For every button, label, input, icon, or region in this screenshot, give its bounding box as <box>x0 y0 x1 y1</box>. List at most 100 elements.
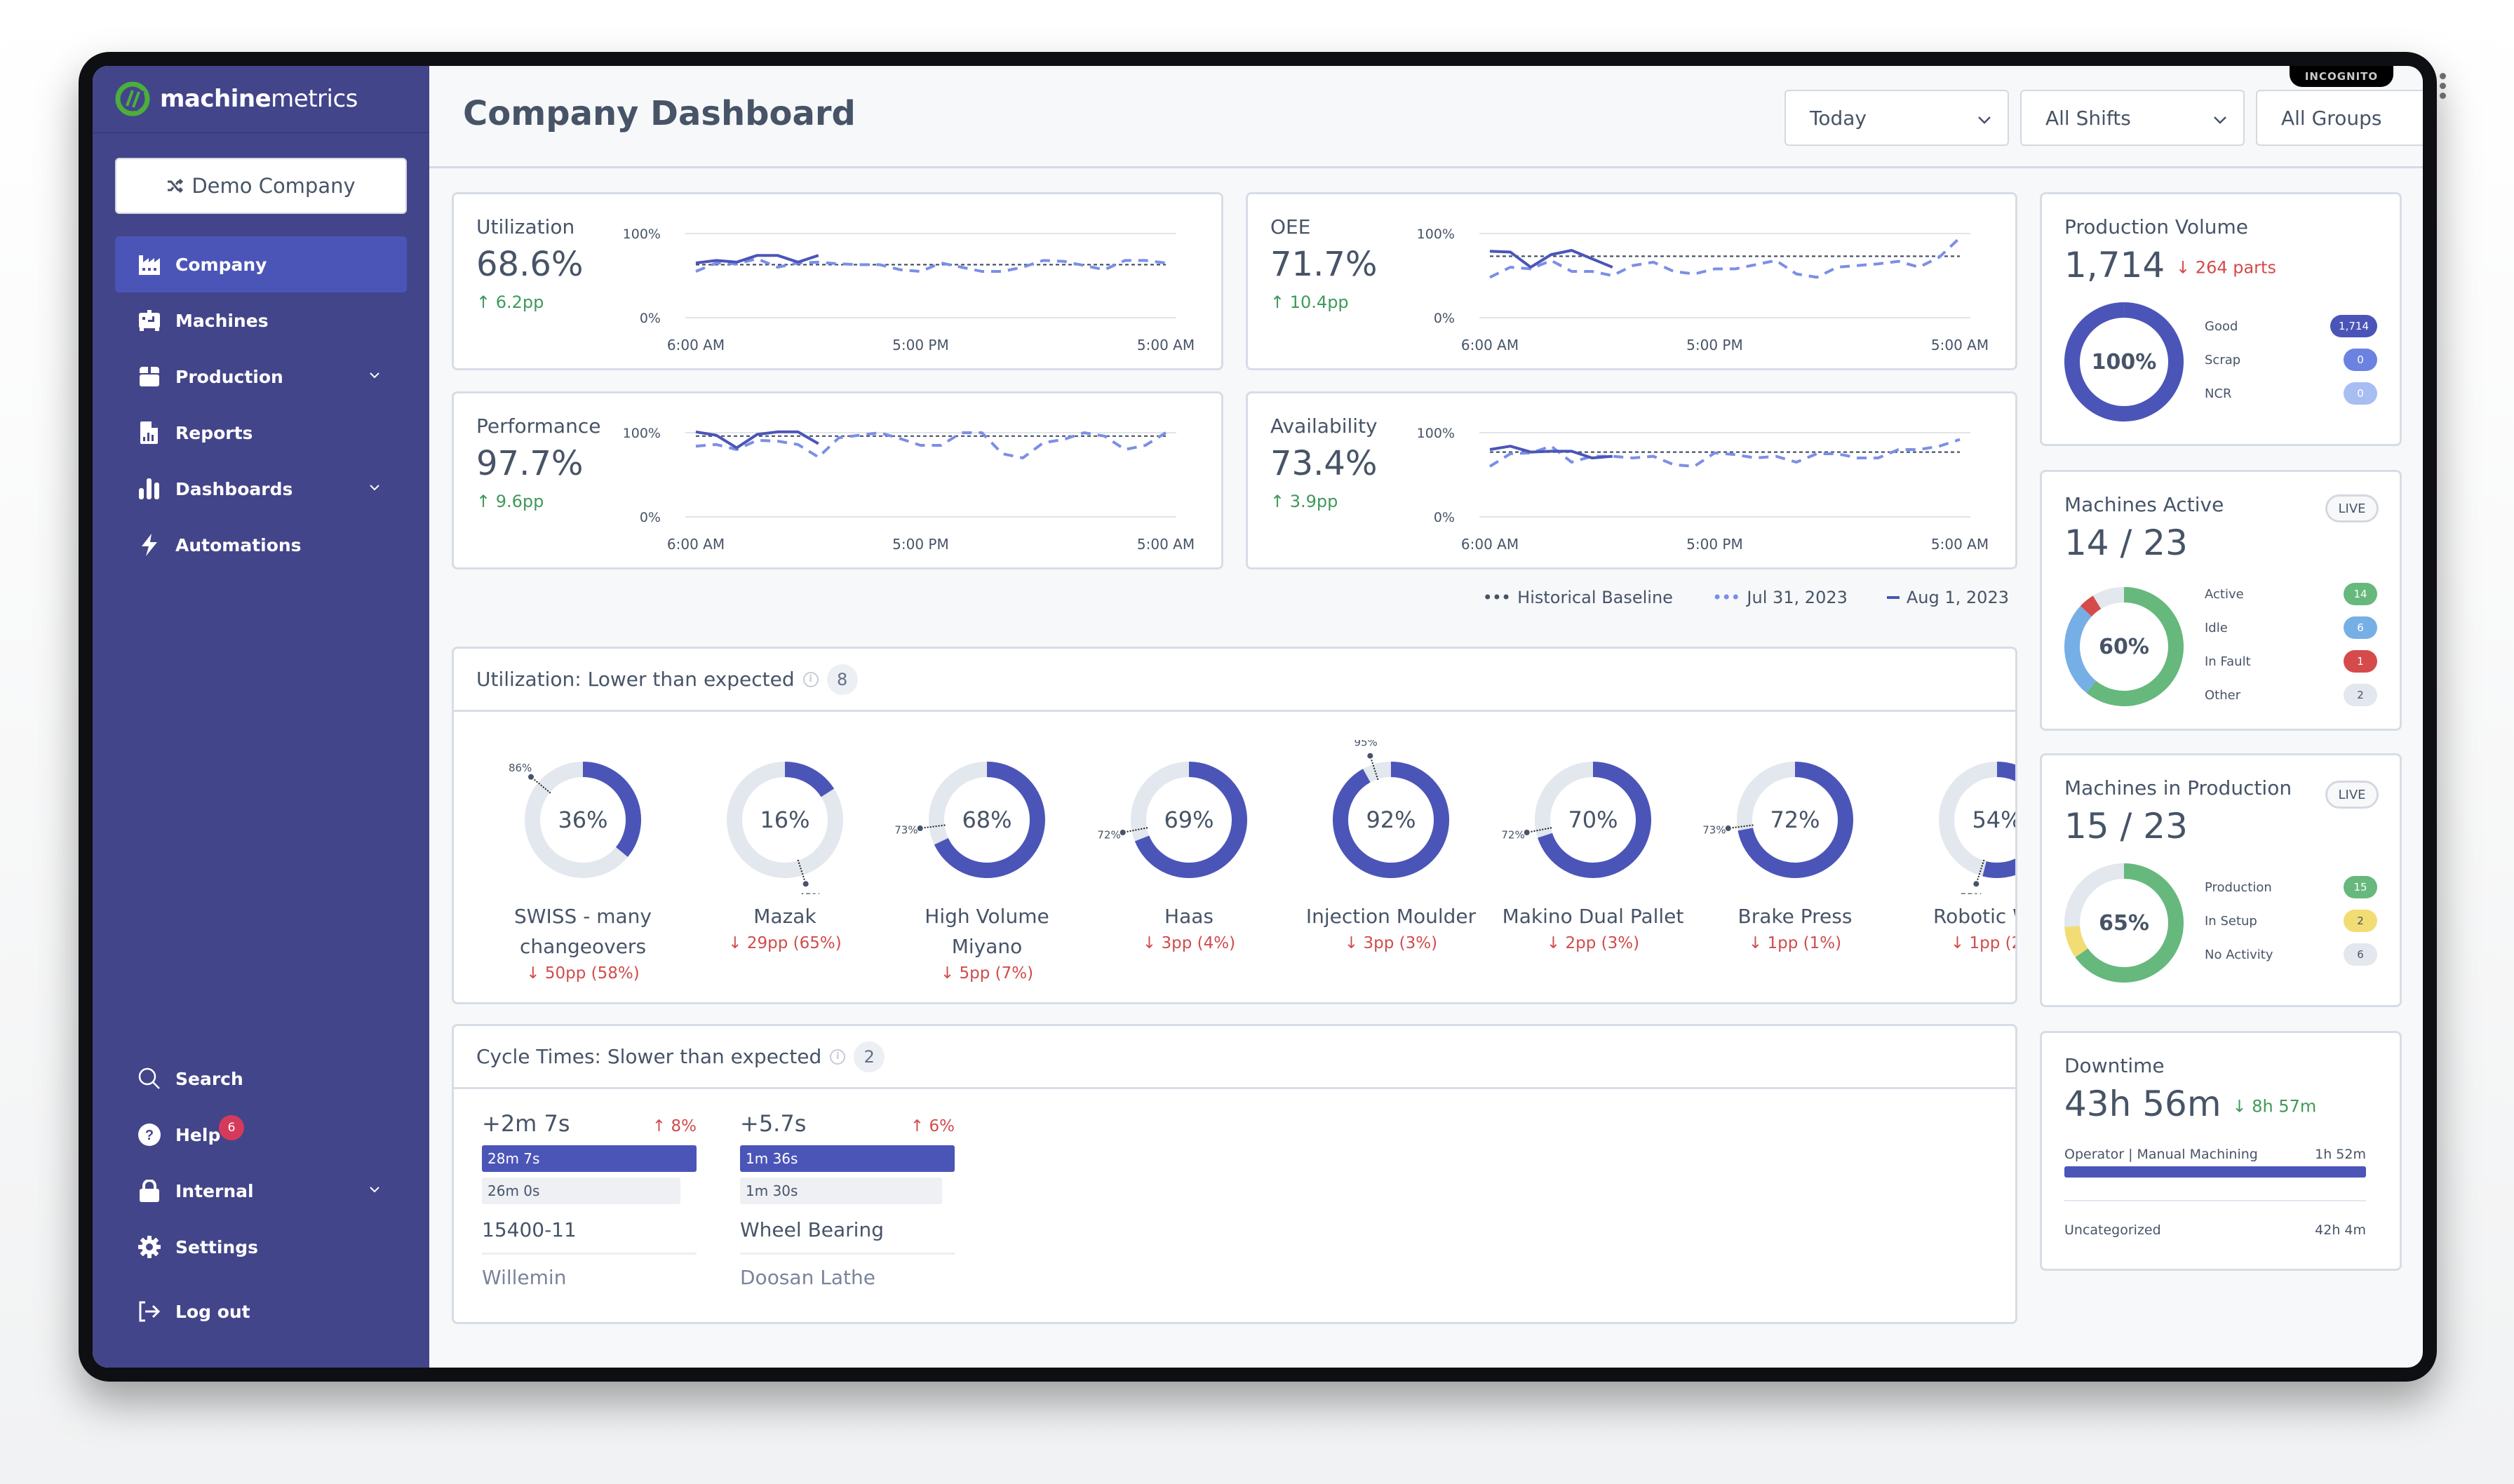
legend-row[interactable]: In Setup 2 <box>2205 904 2377 938</box>
legend-row[interactable]: No Activity 6 <box>2205 938 2377 971</box>
kpi-card-performance[interactable]: Performance 97.7% ↑ 9.6pp 100% 0% 6:00 AM 5… <box>452 391 1223 569</box>
machine-gauge[interactable]: 69% 72% Haas ↓ 3pp (4%) <box>1091 740 1287 952</box>
oee-line-chart: 100% 0% 6:00 AM 5:00 PM 5:00 AM <box>1417 227 1989 353</box>
production-volume-card[interactable]: Production Volume 1,714 ↓ 264 parts 100%… <box>2040 192 2402 446</box>
sidebar-item-internal[interactable]: Internal <box>115 1163 407 1219</box>
gauge-value-label: 68% <box>962 807 1011 833</box>
machines-in-production-card[interactable]: Machines in Production LIVE 15 / 23 65% … <box>2040 753 2402 1007</box>
machine-gauge[interactable]: 36% 86% SWISS - many changeovers ↓ 50pp (58%… <box>485 740 681 983</box>
donut-segment-other <box>2092 587 2125 609</box>
downtime-category-bar <box>2064 1166 2366 1178</box>
legend-label: NCR <box>2205 386 2232 401</box>
sidebar-item-label: Reports <box>175 422 253 443</box>
downtime-category-row[interactable]: Uncategorized 42h 4m <box>2064 1222 2366 1238</box>
sidebar-item-reports[interactable]: Reports <box>115 405 407 461</box>
count-pill: 2 <box>2344 684 2377 706</box>
group-select[interactable]: All Groups <box>2256 90 2423 146</box>
y-tick-label: 0% <box>640 510 661 525</box>
machine-gauge[interactable]: 70% 72% Makino Dual Pallet ↓ 2pp (3%) <box>1495 740 1691 952</box>
machinemetrics-logo-icon <box>115 81 150 116</box>
card-title: Machines Active <box>2064 493 2224 516</box>
donut-segment-in-setup <box>2064 925 2088 958</box>
chevron-down-icon[interactable] <box>369 482 380 493</box>
machine-name[interactable]: Willemin <box>482 1266 697 1289</box>
downtime-category-row[interactable]: Operator | Manual Machining 1h 52m <box>2064 1147 2366 1162</box>
utilization-donut: 36% 86% <box>509 762 641 878</box>
brand-logo[interactable]: machinemetrics <box>93 66 429 133</box>
kpi-card-availability[interactable]: Availability 73.4% ↑ 3.9pp 100% 0% 6:00 AM… <box>1246 391 2017 569</box>
legend-row[interactable]: NCR 0 <box>2205 377 2377 410</box>
expected-value-label: 73% <box>894 824 917 837</box>
donut-value-arc <box>784 762 835 797</box>
logout-button[interactable]: Log out <box>115 1283 407 1340</box>
actual-cycle-bar: 1m 36s <box>740 1145 955 1172</box>
cycle-item[interactable]: +2m 7s ↑ 8% 28m 7s 26m 0s 15400-11 Willem… <box>482 1110 697 1289</box>
legend-row[interactable]: Idle 6 <box>2205 611 2377 645</box>
performance-line-chart: 100% 0% 6:00 AM 5:00 PM 5:00 AM <box>623 426 1195 553</box>
legend-row[interactable]: In Fault 1 <box>2205 645 2377 678</box>
utilization-delta: ↓ 1pp (2%) <box>1950 934 2015 952</box>
utilization-delta: ↓ 1pp (1%) <box>1748 934 1842 952</box>
sidebar-item-settings[interactable]: Settings <box>115 1219 407 1275</box>
legend-item-current[interactable]: Aug 1, 2023 <box>1886 588 2009 607</box>
machines-active-card[interactable]: Machines Active LIVE 14 / 23 60% Active 1… <box>2040 470 2402 731</box>
machine-gauge[interactable]: 72% 73% Brake Press ↓ 1pp (1%) <box>1697 740 1893 952</box>
sidebar-item-search[interactable]: Search <box>115 1051 407 1107</box>
machine-icon <box>137 309 161 332</box>
chevron-down-icon[interactable] <box>369 1184 380 1195</box>
donut-legend: Good 1,714 Scrap 0 NCR 0 <box>2205 309 2377 410</box>
count-pill: 15 <box>2344 876 2377 898</box>
sidebar-item-machines[interactable]: Machines <box>115 292 407 349</box>
series-line-solid <box>1489 249 1613 269</box>
legend-item-previous[interactable]: ••• Jul 31, 2023 <box>1712 588 1848 607</box>
expected-value-label: 72% <box>1097 829 1120 842</box>
kpi-card-oee[interactable]: OEE 71.7% ↑ 10.4pp 100% 0% 6:00 AM 5:00 PM 5… <box>1246 192 2017 370</box>
legend-row[interactable]: Other 2 <box>2205 678 2377 712</box>
cycle-item[interactable]: +5.7s ↑ 6% 1m 36s 1m 30s Wheel Bearing Do… <box>740 1110 955 1289</box>
sidebar-item-company[interactable]: Company <box>115 236 407 292</box>
solid-line-icon <box>1886 596 1900 599</box>
legend-row[interactable]: Scrap 0 <box>2205 343 2377 377</box>
machine-gauge[interactable]: 92% 95% Injection Moulder ↓ 3pp (3%) <box>1293 736 1489 952</box>
company-switcher-button[interactable]: Demo Company <box>115 158 407 214</box>
expected-marker-head <box>802 881 809 887</box>
kpi-card-utilization[interactable]: Utilization 68.6% ↑ 6.2pp 100% 0% 6:00 AM 5… <box>452 192 1223 370</box>
expected-value-label: 86% <box>509 762 532 774</box>
gauge-value-label: 16% <box>760 807 809 833</box>
legend-label: Production <box>2205 879 2272 895</box>
y-tick-label: 0% <box>1434 510 1455 525</box>
machine-gauge[interactable]: 16% 45% Mazak ↓ 29pp (65%) <box>687 740 883 952</box>
sidebar-item-production[interactable]: Production <box>115 349 407 405</box>
sidebar-item-automations[interactable]: Automations <box>115 517 407 573</box>
legend-row[interactable]: Good 1,714 <box>2205 309 2377 343</box>
info-icon[interactable]: i <box>830 1048 846 1065</box>
y-tick-label: 100% <box>623 227 661 242</box>
machine-name[interactable]: Doosan Lathe <box>740 1266 955 1289</box>
machine-gauge[interactable]: 54% 55% Robotic Weld ↓ 1pp (2%) <box>1899 740 2015 952</box>
chevron-down-icon[interactable] <box>369 370 380 381</box>
date-range-value: Today <box>1810 106 1867 130</box>
divider <box>2064 1200 2366 1201</box>
info-icon[interactable]: i <box>802 671 819 687</box>
shift-select[interactable]: All Shifts <box>2020 90 2245 146</box>
downtime-card[interactable]: Downtime 43h 56m ↓ 8h 57m Operator | Man… <box>2040 1031 2402 1271</box>
card-value: 1,714 ↓ 264 parts <box>2064 245 2276 285</box>
machine-name-line: Injection Moulder <box>1305 905 1477 928</box>
machine-name: High Volume Miyano <box>889 901 1085 962</box>
sidebar-item-dashboards[interactable]: Dashboards <box>115 461 407 517</box>
legend-item-baseline[interactable]: ••• Historical Baseline <box>1483 588 1673 607</box>
legend-label: In Setup <box>2205 913 2257 929</box>
app-window: INCOGNITO machinemetrics Demo Company Co… <box>93 66 2423 1368</box>
date-range-select[interactable]: Today <box>1784 90 2009 146</box>
machine-name: Brake Press <box>1697 901 1893 931</box>
machine-gauge[interactable]: 68% 73% High Volume Miyano ↓ 5pp (7%) <box>889 740 1085 983</box>
legend-label: No Activity <box>2205 947 2273 962</box>
series-line-solid <box>695 254 819 264</box>
part-name: Wheel Bearing <box>740 1218 955 1255</box>
count-badge: 8 <box>826 663 858 695</box>
legend-row[interactable]: Production 15 <box>2205 870 2377 904</box>
window-menu-dots[interactable] <box>2440 73 2447 99</box>
count-pill: 0 <box>2344 382 2377 405</box>
legend-row[interactable]: Active 14 <box>2205 577 2377 611</box>
sidebar-item-help[interactable]: ? Help 6 <box>115 1107 407 1163</box>
